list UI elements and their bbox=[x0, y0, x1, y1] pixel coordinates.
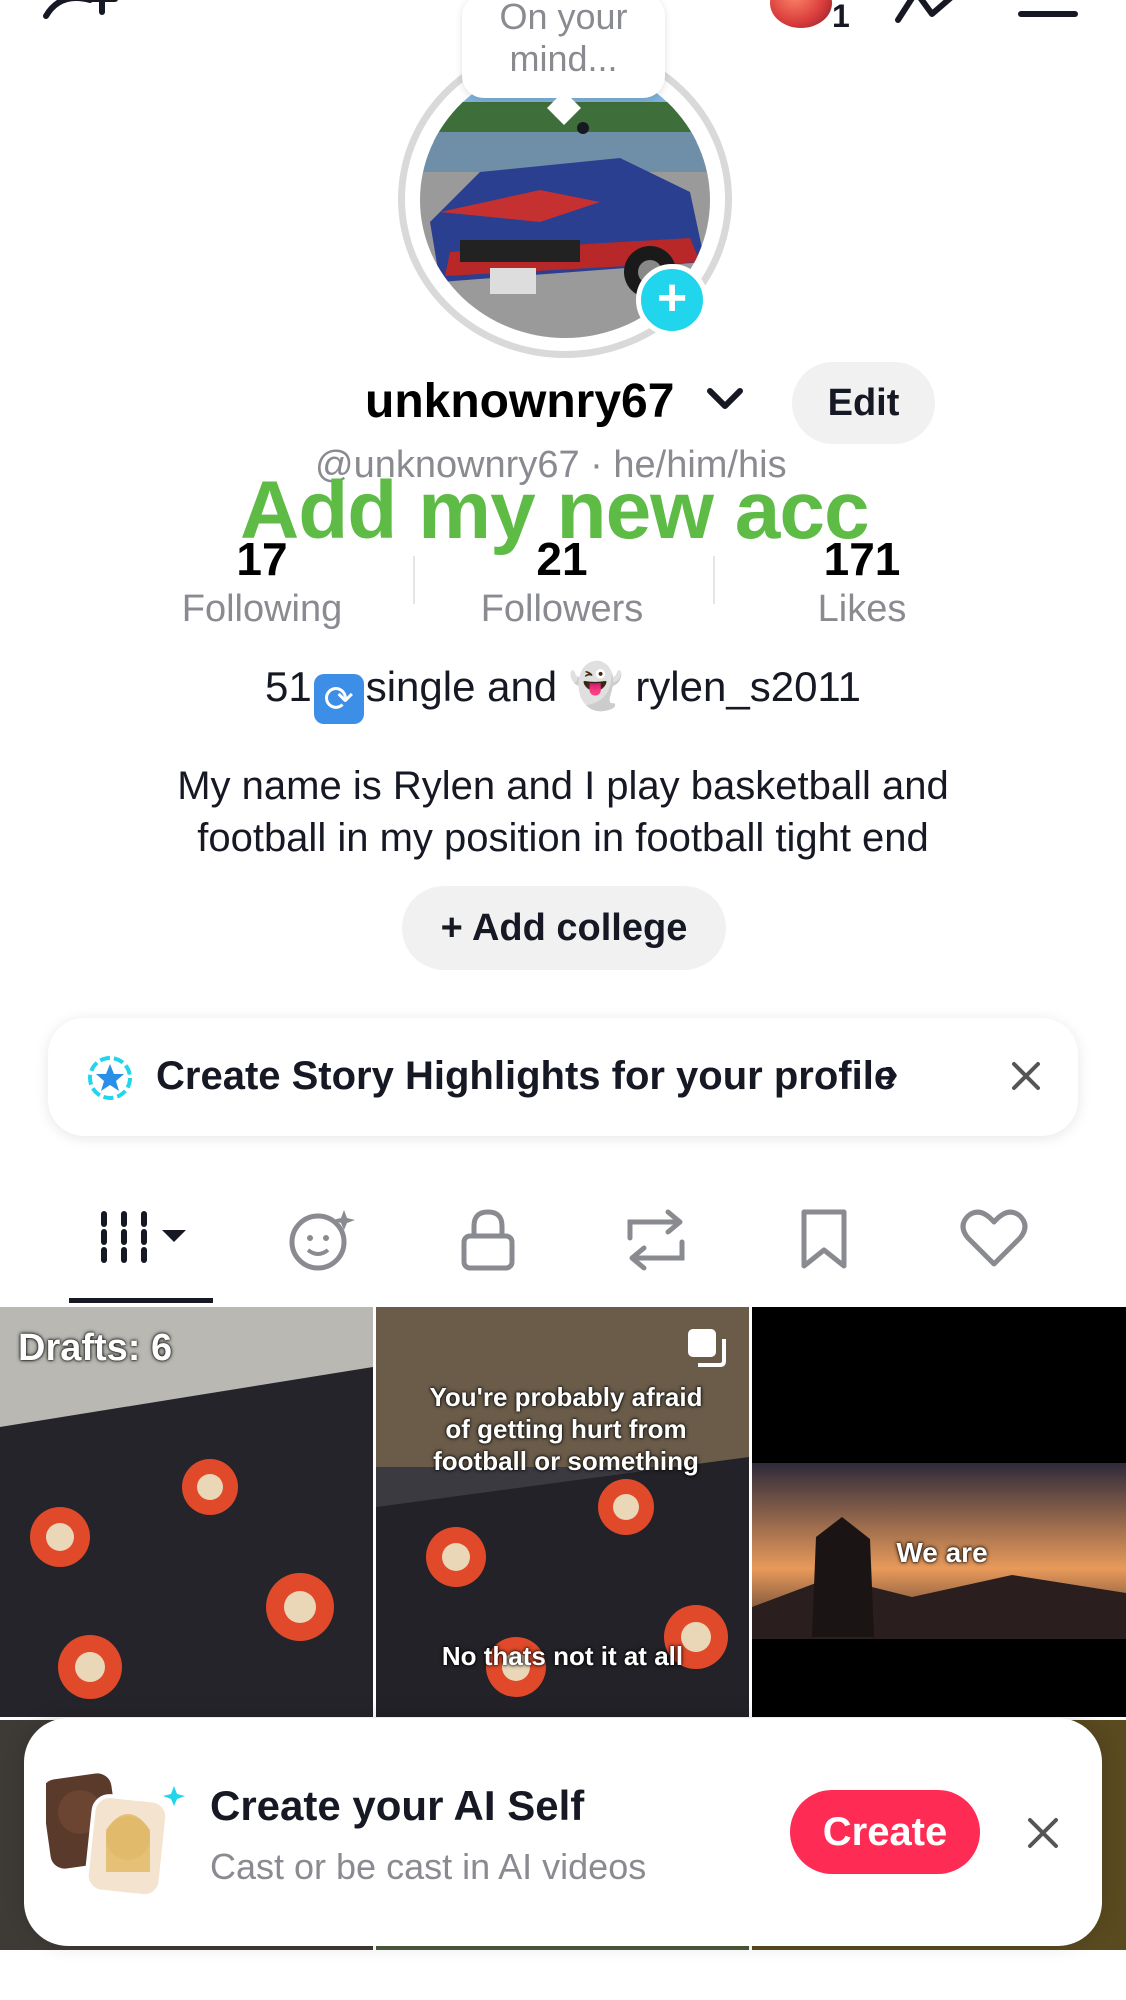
username[interactable]: unknownry67 bbox=[365, 374, 674, 429]
refresh-emoji-icon: ⟳ bbox=[313, 674, 364, 724]
ai-card-title: Create your AI Self bbox=[210, 1782, 585, 1829]
ghost-emoji-icon: 👻 bbox=[568, 662, 624, 711]
bubble-text: On your mind... bbox=[499, 0, 628, 79]
tab-videos[interactable] bbox=[96, 1208, 196, 1273]
bio-suffix: rylen_s2011 bbox=[635, 663, 862, 710]
followers-count[interactable]: 21 bbox=[462, 532, 662, 586]
ai-card-subtitle: Cast or be cast in AI videos bbox=[210, 1846, 647, 1887]
stat-divider bbox=[413, 556, 415, 604]
bio-description-text: My name is Rylen and I play basketball a… bbox=[177, 764, 949, 860]
star-badge-icon bbox=[86, 1054, 134, 1107]
add-college-button[interactable]: + Add college bbox=[402, 886, 726, 970]
video-thumbnail[interactable]: We are bbox=[752, 1307, 1126, 1717]
bottom-nav-strip bbox=[0, 1950, 1126, 2000]
multi-photo-icon bbox=[686, 1327, 728, 1374]
edit-profile-button[interactable]: Edit bbox=[792, 362, 935, 444]
video-caption: We are bbox=[896, 1537, 988, 1568]
menu-icon[interactable] bbox=[1018, 8, 1078, 20]
drafts-thumbnail[interactable]: Drafts: 6 bbox=[0, 1307, 373, 1717]
close-icon[interactable] bbox=[1026, 1816, 1060, 1855]
bio-prefix: 51 bbox=[264, 663, 312, 710]
following-label[interactable]: Following bbox=[142, 588, 382, 631]
tab-underline bbox=[69, 1298, 213, 1303]
likes-label[interactable]: Likes bbox=[742, 588, 982, 631]
tab-ai-self[interactable] bbox=[286, 1208, 356, 1277]
video-caption-top: You're probably afraid of getting hurt f… bbox=[429, 1382, 703, 1476]
likes-count[interactable]: 171 bbox=[762, 532, 962, 586]
bio-line: 51 ⟳ single and 👻 rylen_s2011 bbox=[0, 660, 1126, 724]
tab-favorites[interactable] bbox=[800, 1208, 848, 1277]
video-thumbnail[interactable]: You're probably afraid of getting hurt f… bbox=[376, 1307, 749, 1717]
add-story-plus-icon[interactable]: + bbox=[636, 264, 708, 336]
tab-liked[interactable] bbox=[960, 1208, 1028, 1273]
ai-self-card[interactable]: Create your AI Self Cast or be cast in A… bbox=[24, 1718, 1102, 1946]
add-friend-icon[interactable] bbox=[40, 0, 120, 30]
chevron-down-icon[interactable] bbox=[705, 385, 745, 418]
stat-divider bbox=[713, 556, 715, 604]
video-caption-bottom: No thats not it at all bbox=[441, 1641, 684, 1671]
bio-description: My name is Rylen and I play basketball a… bbox=[0, 760, 1126, 864]
ai-faces-icon bbox=[41, 1768, 186, 1903]
followers-label[interactable]: Followers bbox=[442, 588, 682, 631]
tab-reposts[interactable] bbox=[622, 1208, 690, 1277]
bio-middle: single and bbox=[365, 663, 558, 710]
notification-avatar[interactable] bbox=[770, 0, 832, 28]
drafts-label: Drafts: 6 bbox=[18, 1327, 173, 1369]
story-highlights-banner[interactable]: Create Story Highlights for your profile… bbox=[48, 1018, 1078, 1136]
bubble-dot bbox=[577, 122, 589, 134]
tab-private[interactable] bbox=[460, 1208, 516, 1277]
notification-count: 1 bbox=[832, 0, 850, 34]
following-count[interactable]: 17 bbox=[162, 532, 362, 586]
thought-bubble[interactable]: On your mind... bbox=[462, 0, 665, 98]
close-icon[interactable] bbox=[1010, 1060, 1042, 1097]
chevron-right-icon: › bbox=[884, 1048, 899, 1097]
create-button[interactable]: Create bbox=[790, 1790, 980, 1874]
analytics-icon[interactable] bbox=[892, 0, 968, 28]
highlights-text: Create Story Highlights for your profile bbox=[156, 1054, 897, 1098]
